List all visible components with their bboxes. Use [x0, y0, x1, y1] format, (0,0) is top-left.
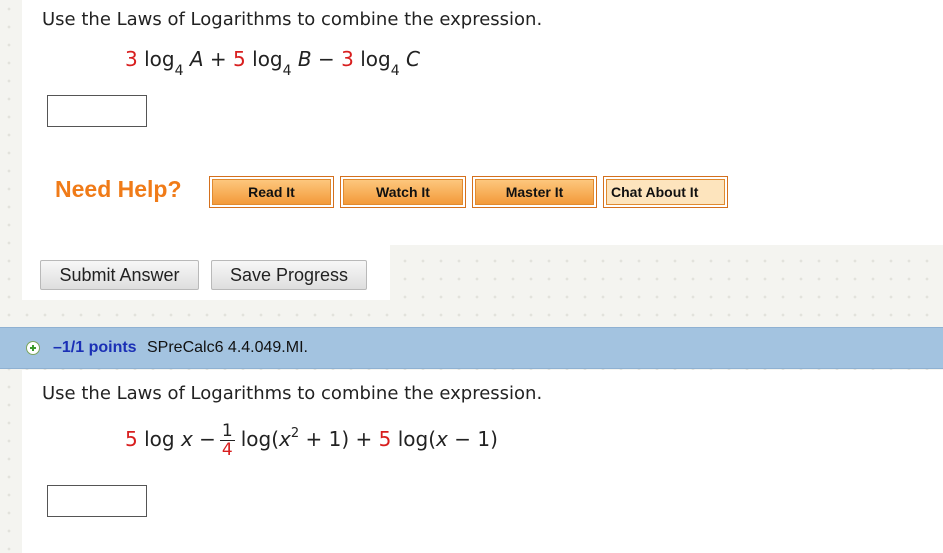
read-it-label: Read It — [212, 179, 331, 205]
question-1-panel — [22, 0, 943, 245]
question-1-expression: 3 log4 A + 5 log4 B − 3 log4 C — [125, 47, 420, 79]
master-it-button[interactable]: Master It — [472, 176, 597, 208]
fraction: 14 — [219, 421, 235, 460]
chat-about-it-label: Chat About It — [606, 179, 725, 205]
question-2-header-bar: –1/1 points SPreCalc6 4.4.049.MI. — [0, 327, 943, 369]
master-it-label: Master It — [475, 179, 594, 205]
question-id: SPreCalc6 4.4.049.MI. — [147, 339, 308, 356]
question-1-answer-input[interactable] — [47, 95, 147, 127]
chat-about-it-button[interactable]: Chat About It — [603, 176, 728, 208]
points-label: –1/1 points — [53, 339, 137, 356]
need-help-label: Need Help? — [55, 176, 182, 202]
question-2-expression: 5 log x −1 4 log(x2 + 1) + 5 log(x − 1) — [125, 421, 498, 460]
question-2-answer-input[interactable] — [47, 485, 147, 517]
save-progress-button[interactable]: Save Progress — [211, 260, 367, 290]
read-it-button[interactable]: Read It — [209, 176, 334, 208]
watch-it-button[interactable]: Watch It — [340, 176, 466, 208]
watch-it-label: Watch It — [343, 179, 463, 205]
expand-plus-icon[interactable] — [26, 341, 40, 355]
question-2-prompt: Use the Laws of Logarithms to combine th… — [42, 383, 543, 404]
submit-answer-button[interactable]: Submit Answer — [40, 260, 199, 290]
question-1-prompt: Use the Laws of Logarithms to combine th… — [42, 9, 543, 30]
